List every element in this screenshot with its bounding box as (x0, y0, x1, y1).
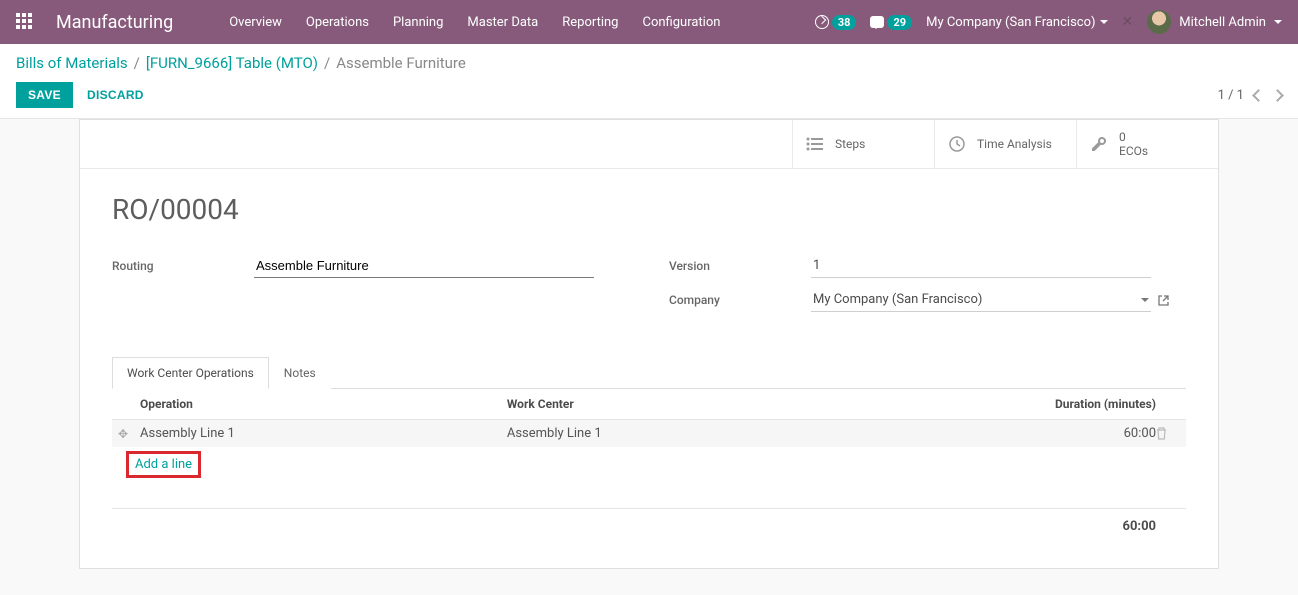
nav-operations[interactable]: Operations (294, 3, 381, 42)
nav-planning[interactable]: Planning (381, 3, 455, 42)
stat-time-analysis-button[interactable]: Time Analysis (934, 120, 1076, 168)
app-title: Manufacturing (56, 12, 173, 33)
stat-ecos-value: 0 (1119, 130, 1148, 144)
row-operation[interactable]: Assembly Line 1 (140, 426, 507, 441)
stat-buttons: Steps Time Analysis 0 ECOs (80, 120, 1218, 169)
discuss-button[interactable]: 29 (870, 15, 912, 30)
user-menu[interactable]: Mitchell Admin (1147, 10, 1282, 34)
apps-icon[interactable] (16, 13, 34, 31)
col-operation-header: Operation (140, 397, 507, 411)
action-row: SAVE DISCARD 1 / 1 (16, 82, 1282, 108)
company-value: My Company (San Francisco) (813, 292, 982, 307)
grid-total-duration: 60:00 (996, 519, 1156, 534)
company-switcher[interactable]: My Company (San Francisco) (926, 15, 1107, 30)
stat-ecos-button[interactable]: 0 ECOs (1076, 120, 1218, 168)
stat-steps-label: Steps (835, 137, 865, 151)
clock-icon (815, 15, 829, 29)
user-name: Mitchell Admin (1179, 15, 1266, 30)
nav-reporting[interactable]: Reporting (550, 3, 630, 42)
table-row[interactable]: ✥ Assembly Line 1 Assembly Line 1 60:00 (112, 420, 1186, 447)
activities-badge: 38 (832, 15, 857, 30)
nav-overview[interactable]: Overview (217, 3, 294, 42)
nav-configuration[interactable]: Configuration (630, 3, 732, 42)
breadcrumb-current: Assemble Furniture (336, 54, 466, 72)
col-duration-header: Duration (minutes) (996, 397, 1156, 411)
record-title: RO/00004 (112, 193, 1186, 226)
discard-button[interactable]: DISCARD (87, 88, 144, 102)
routing-label: Routing (112, 259, 254, 273)
tab-notes[interactable]: Notes (269, 357, 331, 389)
avatar (1147, 10, 1171, 34)
stat-time-analysis-label: Time Analysis (977, 137, 1052, 151)
activities-button[interactable]: 38 (815, 15, 857, 30)
notebook-tabs: Work Center Operations Notes (112, 356, 1186, 389)
operations-grid: Operation Work Center Duration (minutes)… (112, 389, 1186, 552)
pager: 1 / 1 (1218, 88, 1282, 103)
stat-steps-button[interactable]: Steps (792, 120, 934, 168)
chevron-down-icon (1100, 20, 1108, 24)
pager-prev-button[interactable] (1252, 89, 1265, 102)
topbar: Manufacturing Overview Operations Planni… (0, 0, 1298, 44)
version-label: Version (669, 259, 811, 273)
tab-work-center-operations[interactable]: Work Center Operations (112, 357, 269, 389)
chat-icon (870, 16, 884, 28)
chevron-down-icon (1274, 20, 1282, 24)
form-sheet: Steps Time Analysis 0 ECOs RO/00004 (79, 119, 1219, 569)
col-work-center-header: Work Center (507, 397, 996, 411)
pager-next-button[interactable] (1271, 89, 1284, 102)
stat-ecos-label: ECOs (1119, 144, 1148, 158)
row-duration[interactable]: 60:00 (996, 426, 1156, 441)
company-name: My Company (San Francisco) (926, 15, 1095, 30)
company-label: Company (669, 293, 811, 307)
topbar-right: 38 29 My Company (San Francisco) ✕ Mitch… (815, 10, 1282, 34)
nav-master-data[interactable]: Master Data (455, 3, 550, 42)
list-icon (805, 134, 825, 154)
clock-outline-icon (947, 134, 967, 154)
version-value: 1 (813, 258, 820, 273)
external-link-icon[interactable] (1157, 294, 1170, 307)
company-select[interactable]: My Company (San Francisco) (811, 288, 1151, 312)
save-button[interactable]: SAVE (16, 82, 73, 108)
delete-row-icon[interactable] (1156, 427, 1180, 440)
drag-handle-icon[interactable]: ✥ (118, 427, 140, 441)
wrench-icon (1089, 134, 1109, 154)
main-nav: Overview Operations Planning Master Data… (217, 3, 732, 42)
pager-text: 1 / 1 (1218, 88, 1244, 103)
breadcrumb-root[interactable]: Bills of Materials (16, 54, 128, 72)
add-line-button[interactable]: Add a line (126, 451, 201, 478)
breadcrumb: Bills of Materials / [FURN_9666] Table (… (16, 54, 1282, 72)
developer-tools-icon[interactable]: ✕ (1122, 14, 1134, 30)
breadcrumb-parent[interactable]: [FURN_9666] Table (MTO) (146, 54, 318, 72)
row-work-center[interactable]: Assembly Line 1 (507, 426, 996, 441)
control-panel: Bills of Materials / [FURN_9666] Table (… (0, 44, 1298, 119)
discuss-badge: 29 (887, 15, 912, 30)
chevron-down-icon (1141, 298, 1149, 302)
routing-input[interactable] (254, 254, 594, 278)
